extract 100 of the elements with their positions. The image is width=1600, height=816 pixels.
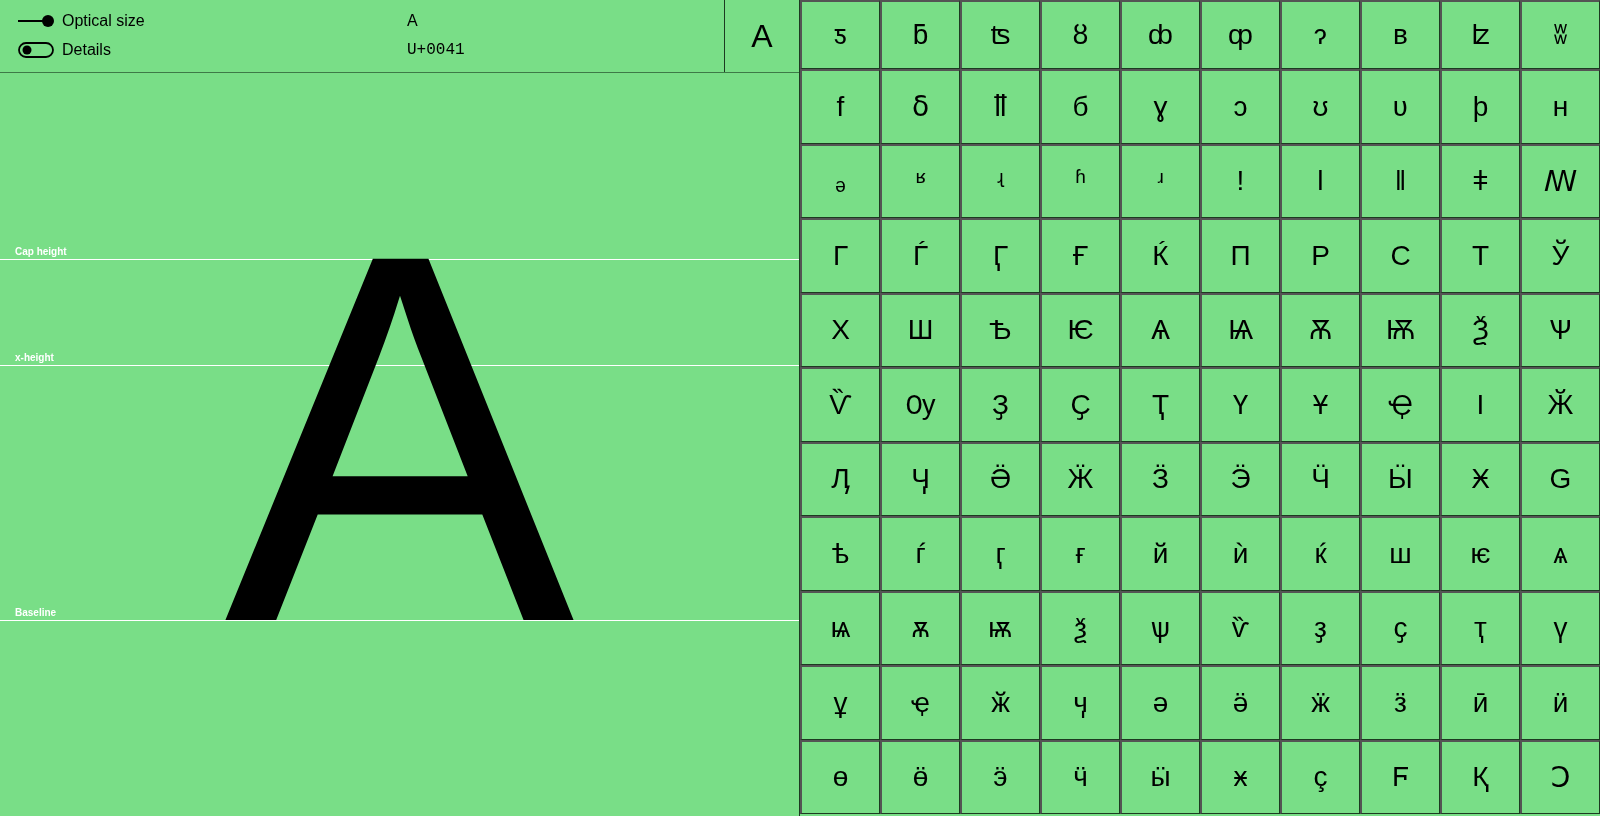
glyph-cell[interactable]: ʱ [1040,143,1120,218]
glyph-cell[interactable]: ӛ [1200,665,1280,740]
glyph-cell[interactable]: ȹ [1200,0,1280,69]
glyph-cell[interactable]: Х [800,292,880,367]
glyph-cell[interactable]: Ӏ [1440,367,1520,442]
glyph-cell[interactable]: ѣ [800,516,880,591]
glyph-cell[interactable]: ƃ [880,0,960,69]
glyph-cell[interactable]: ѭ [960,590,1040,665]
glyph-cell[interactable]: ӹ [1120,739,1200,814]
glyph-cell[interactable]: ќ [1280,516,1360,591]
glyph-cell[interactable]: Г [800,218,880,293]
glyph-cell[interactable]: Ѫ [1280,292,1360,367]
glyph-cell[interactable]: ɔ [1200,69,1280,144]
glyph-cell[interactable]: Р [1280,218,1360,293]
glyph-cell[interactable]: ʦ [960,0,1040,69]
glyph-cell[interactable]: ҫ [1360,590,1440,665]
glyph-cell[interactable]: Ӛ [960,441,1040,516]
glyph-cell[interactable]: ҿ [880,665,960,740]
glyph-cell[interactable]: ç [1280,739,1360,814]
glyph-cell[interactable]: Ғ [1040,218,1120,293]
glyph-cell[interactable]: Ҿ [1360,367,1440,442]
glyph-cell[interactable]: ш [1360,516,1440,591]
glyph-cell[interactable]: Ҙ [960,367,1040,442]
glyph-cell[interactable]: ӟ [1360,665,1440,740]
glyph-cell[interactable]: ȣ [1040,0,1120,69]
glyph-cell[interactable]: Ӵ [1280,441,1360,516]
glyph-cell[interactable]: ѫ [880,590,960,665]
glyph-cell[interactable]: ѩ [800,590,880,665]
glyph-cell[interactable]: Ӂ [1520,367,1600,442]
glyph-cell[interactable]: ₔ [800,143,880,218]
glyph-cell[interactable]: Ѩ [1200,292,1280,367]
glyph-cell[interactable]: ӥ [1520,665,1600,740]
glyph-cell[interactable]: ӭ [960,739,1040,814]
glyph-cell[interactable]: Қ [1440,739,1520,814]
glyph-cell[interactable]: ɂ [1280,0,1360,69]
glyph-cell[interactable]: Ѓ [880,218,960,293]
glyph-cell[interactable]: й [1120,516,1200,591]
glyph-cell[interactable]: Ϝ [1360,739,1440,814]
glyph-cell[interactable]: Ҫ [1040,367,1120,442]
glyph-cell[interactable]: ӂ [960,665,1040,740]
glyph-cell[interactable]: ә [1120,665,1200,740]
glyph-cell[interactable]: Ѹ [880,367,960,442]
glyph-cell[interactable]: ӣ [1440,665,1520,740]
glyph-cell[interactable]: ʙ [1360,0,1440,69]
glyph-cell[interactable]: Ў [1520,218,1600,293]
glyph-cell[interactable]: ǂ [1440,143,1520,218]
glyph-cell[interactable]: ǁ [1360,143,1440,218]
glyph-cell[interactable]: Ѱ [1520,292,1600,367]
glyph-cell[interactable]: Ѧ [1120,292,1200,367]
glyph-cell[interactable]: ẟ [880,69,960,144]
glyph-cell[interactable]: ӌ [1040,665,1120,740]
glyph-cell[interactable]: ҙ [1280,590,1360,665]
glyph-cell[interactable]: Ӟ [1120,441,1200,516]
glyph-cell[interactable]: ѝ [1200,516,1280,591]
glyph-cell[interactable]: Ↄ [1520,739,1600,814]
glyph-cell[interactable]: ұ [800,665,880,740]
glyph-cell[interactable]: ғ [1040,516,1120,591]
glyph-cell[interactable]: б [1040,69,1120,144]
glyph-cell[interactable]: ѷ [1200,590,1280,665]
glyph-cell[interactable]: ӝ [1280,665,1360,740]
glyph-cell[interactable]: Ԍ [1520,441,1600,516]
glyph-cell[interactable]: ө [800,739,880,814]
glyph-cell[interactable]: Ѭ [1360,292,1440,367]
glyph-cell[interactable]: ʴ [1120,143,1200,218]
glyph-cell[interactable]: ǀ [1280,143,1360,218]
glyph-cell[interactable]: ӷ [960,516,1040,591]
glyph-cell[interactable]: ʜ [1520,69,1600,144]
glyph-cell[interactable]: Ӭ [1200,441,1280,516]
glyph-cell[interactable]: ʵ [960,143,1040,218]
glyph-cell[interactable]: ѱ [1120,590,1200,665]
glyph-cell[interactable]: ɣ [1120,69,1200,144]
glyph-cell[interactable]: Ү [1200,367,1280,442]
glyph-cell[interactable]: þ [1440,69,1520,144]
glyph-cell[interactable]: Ќ [1120,218,1200,293]
glyph-cell[interactable]: Ұ [1280,367,1360,442]
glyph-cell[interactable]: Ѣ [960,292,1040,367]
glyph-cell[interactable]: ƽ [800,0,880,69]
glyph-cell[interactable]: f [800,69,880,144]
glyph-cell[interactable]: ꟿ [1520,143,1600,218]
glyph-cell[interactable]: ʊ [1280,69,1360,144]
glyph-cell[interactable]: ҭ [1440,590,1520,665]
glyph-cell[interactable]: ӿ [1200,739,1280,814]
glyph-cell[interactable]: ȸ [1120,0,1200,69]
glyph-cell[interactable]: Ӆ [800,441,880,516]
glyph-cell[interactable]: П [1200,218,1280,293]
glyph-cell[interactable]: ỻ [960,69,1040,144]
glyph-cell[interactable]: Ѷ [800,367,880,442]
glyph-cell[interactable]: ʋ [1360,69,1440,144]
glyph-cell[interactable]: ѯ [1040,590,1120,665]
glyph-cell[interactable]: ǃ [1200,143,1280,218]
glyph-cell[interactable]: ѥ [1440,516,1520,591]
glyph-cell[interactable]: ʬ [1520,0,1600,69]
glyph-cell[interactable]: Ӌ [880,441,960,516]
glyph-cell[interactable]: Ѯ [1440,292,1520,367]
glyph-cell[interactable]: Ӹ [1360,441,1440,516]
glyph-cell[interactable]: ѧ [1520,516,1600,591]
toggle-switch[interactable]: Details [18,40,111,60]
glyph-cell[interactable]: ʫ [1440,0,1520,69]
glyph-cell[interactable]: ѓ [880,516,960,591]
glyph-cell[interactable]: ʶ [880,143,960,218]
